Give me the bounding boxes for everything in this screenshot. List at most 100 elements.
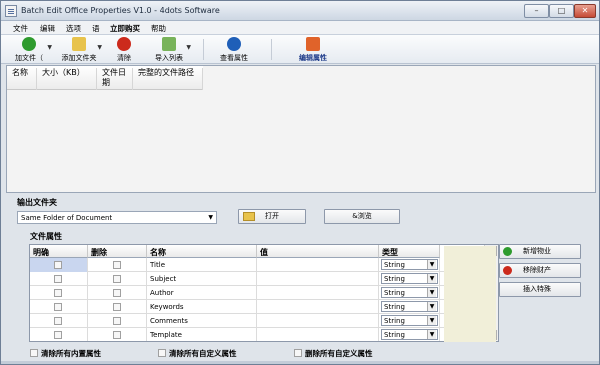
remove-property-button[interactable]: 移除财产 [499,263,581,278]
col-prop-type[interactable]: 类型 [379,245,440,258]
delete-custom-option[interactable]: 删除所有自定义属性 [294,348,373,359]
type-select[interactable]: String ▼ [381,259,438,270]
clear-checkbox[interactable] [54,275,62,283]
property-name[interactable]: Template [147,328,257,341]
menu-language[interactable]: 语 [92,23,100,34]
col-date[interactable]: 文件日期 [97,68,133,90]
delete-cell [88,258,147,272]
property-name[interactable]: Keywords [147,300,257,314]
type-select[interactable]: String ▼ [381,301,438,312]
new-property-button[interactable]: 新增物业 [499,244,581,259]
type-cell: String ▼ [379,300,440,314]
status-strip [1,361,599,364]
minimize-button[interactable]: – [524,4,549,18]
info-icon [227,37,241,51]
type-select[interactable]: String ▼ [381,315,438,326]
property-name[interactable]: Author [147,286,257,300]
app-icon [5,5,17,17]
insert-special-button[interactable]: 插入特殊 [499,282,581,297]
type-cell: String ▼ [379,286,440,300]
menu-help[interactable]: 帮助 [151,23,166,34]
clear-custom-label: 清除所有自定义属性 [169,349,237,358]
chevron-down-icon: ▼ [427,330,436,339]
menu-bar: 文件 编辑 选项 语 立即购买 帮助 [1,21,599,35]
clear-cell [30,258,88,272]
menu-edit[interactable]: 编辑 [40,23,55,34]
view-properties-button[interactable]: 查看属性 [217,36,251,63]
table-row[interactable]: Template String ▼ [30,328,482,341]
property-value[interactable] [257,300,379,314]
open-label: 打开 [265,212,279,220]
delete-checkbox[interactable] [113,303,121,311]
file-list[interactable]: 名称 大小（KB） 文件日期 完整的文件路径 [6,65,596,193]
col-delete[interactable]: 删除 [88,245,147,258]
property-name[interactable]: Title [147,258,257,272]
folder-icon [72,37,86,51]
maximize-button[interactable]: □ [549,4,574,18]
property-value[interactable] [257,258,379,272]
property-value[interactable] [257,272,379,286]
browse-button[interactable]: &浏览 [324,209,400,224]
menu-options[interactable]: 选项 [66,23,81,34]
property-value[interactable] [257,328,379,341]
delete-cell [88,328,147,341]
type-select[interactable]: String ▼ [381,329,438,340]
output-folder-select[interactable]: Same Folder of Document ▼ [17,211,217,224]
delete-checkbox[interactable] [113,331,121,339]
clear-cell [30,328,88,341]
clear-button[interactable]: 清除 [111,36,137,63]
menu-file[interactable]: 文件 [13,23,28,34]
clear-custom-checkbox[interactable] [158,349,166,357]
clear-cell [30,300,88,314]
view-properties-label: 查看属性 [220,54,248,62]
property-value[interactable] [257,314,379,328]
properties-title: 文件属性 [30,232,62,241]
clear-checkbox[interactable] [54,303,62,311]
col-name[interactable]: 名称 [7,68,37,90]
delete-checkbox[interactable] [113,275,121,283]
clear-builtin-option[interactable]: 清除所有内置属性 [30,348,101,359]
type-value: String [384,317,405,325]
menu-buy-now[interactable]: 立即购买 [110,23,140,34]
add-file-button[interactable]: 加文件（ ▼ [8,36,52,63]
title-bar: Batch Edit Office Properties V1.0 - 4dot… [1,1,599,21]
clear-cell [30,272,88,286]
col-path[interactable]: 完整的文件路径 [133,68,203,90]
type-select[interactable]: String ▼ [381,287,438,298]
chevron-down-icon: ▼ [208,214,213,221]
col-prop-name[interactable]: 名称 [147,245,257,258]
close-button[interactable]: ✕ [574,4,596,18]
col-clear[interactable]: 明确 [30,245,88,258]
col-prop-value[interactable]: 值 [257,245,379,258]
clear-checkbox[interactable] [54,261,62,269]
delete-cell [88,272,147,286]
clear-cell [30,314,88,328]
properties-grid[interactable]: 明确 删除 名称 值 类型 Title String ▼ Subject Stri… [29,244,499,342]
chevron-down-icon: ▼ [97,44,102,51]
clear-checkbox[interactable] [54,331,62,339]
grid-empty-area [444,246,496,342]
clear-checkbox[interactable] [54,289,62,297]
import-list-button[interactable]: 导入列表 ▼ [149,36,191,63]
delete-checkbox[interactable] [113,261,121,269]
type-select[interactable]: String ▼ [381,273,438,284]
table-row[interactable]: Title String ▼ [30,258,482,272]
open-folder-button[interactable]: 打开 [238,209,306,224]
col-size[interactable]: 大小（KB） [37,68,97,90]
property-name[interactable]: Subject [147,272,257,286]
import-icon [162,37,176,51]
delete-custom-checkbox[interactable] [294,349,302,357]
clear-builtin-checkbox[interactable] [30,349,38,357]
clear-custom-option[interactable]: 清除所有自定义属性 [158,348,237,359]
delete-checkbox[interactable] [113,289,121,297]
table-row[interactable]: Comments String ▼ [30,314,482,328]
clear-checkbox[interactable] [54,317,62,325]
add-folder-button[interactable]: 添加文件夹 ▼ [58,36,102,63]
property-name[interactable]: Comments [147,314,257,328]
edit-properties-button[interactable]: 编辑属性 [295,36,331,63]
delete-checkbox[interactable] [113,317,121,325]
table-row[interactable]: Author String ▼ [30,286,482,300]
table-row[interactable]: Keywords String ▼ [30,300,482,314]
property-value[interactable] [257,286,379,300]
table-row[interactable]: Subject String ▼ [30,272,482,286]
